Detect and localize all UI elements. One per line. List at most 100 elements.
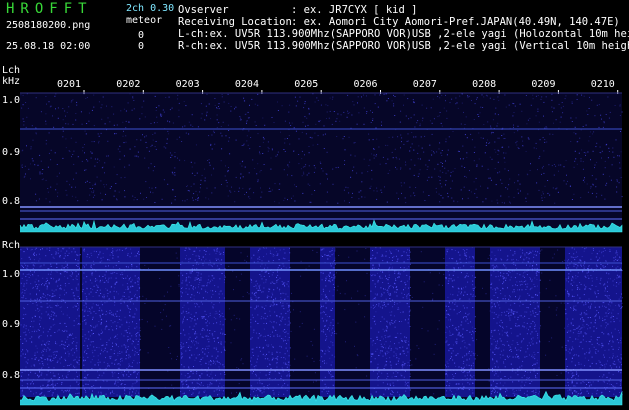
rch-noise-dot bbox=[33, 383, 34, 385]
rch-noise-dot bbox=[41, 248, 43, 250]
rch-noise-dot bbox=[514, 393, 516, 395]
rch-noise-dot bbox=[76, 342, 78, 344]
rch-noise-dot bbox=[497, 297, 499, 299]
rch-noise-dot bbox=[255, 281, 257, 282]
rch-noise-dot bbox=[472, 284, 474, 286]
rch-noise-dot bbox=[192, 254, 194, 255]
lch-noise-dot bbox=[377, 106, 379, 108]
lch-noise-dot bbox=[141, 113, 143, 115]
lch-noise-dot bbox=[353, 104, 355, 106]
rch-noise-dot bbox=[386, 373, 388, 375]
lch-noise-dot bbox=[248, 188, 250, 190]
rch-noise-dot bbox=[372, 318, 374, 319]
lch-noise-dot bbox=[146, 197, 147, 198]
rch-noise-dot bbox=[67, 255, 69, 256]
rch-noise-dot bbox=[577, 256, 579, 258]
rch-noise-dot bbox=[512, 389, 514, 391]
rch-noise-dot bbox=[102, 296, 104, 298]
rch-noise-dot bbox=[260, 275, 262, 277]
rch-noise-dot bbox=[212, 307, 214, 309]
lch-noise-dot bbox=[257, 163, 259, 165]
rch-noise-dot bbox=[105, 320, 107, 322]
rch-noise-dot bbox=[499, 290, 501, 291]
rch-noise-dot bbox=[409, 315, 411, 317]
rch-noise-dot bbox=[69, 333, 71, 335]
rch-noise-dot bbox=[572, 324, 574, 326]
rch-noise-dot bbox=[500, 275, 502, 277]
lch-noise-dot bbox=[592, 150, 594, 152]
rch-noise-dot bbox=[530, 338, 532, 340]
rch-noise-dot bbox=[210, 373, 212, 375]
rch-noise-dot bbox=[45, 349, 47, 351]
lch-noise-dot bbox=[25, 102, 27, 103]
rch-noise-dot bbox=[469, 256, 471, 258]
lch-noise-dot bbox=[223, 101, 225, 103]
rch-noise-dot bbox=[506, 341, 508, 343]
lch-noise-dot bbox=[501, 182, 503, 184]
rch-noise-dot bbox=[102, 314, 104, 315]
rch-noise-dot bbox=[409, 257, 411, 259]
rch-noise-dot bbox=[509, 272, 511, 274]
rch-noise-dot bbox=[27, 386, 28, 388]
rch-noise-dot bbox=[536, 342, 538, 344]
lch-noise-dot bbox=[154, 95, 156, 97]
rch-noise-dot bbox=[262, 291, 264, 293]
rch-noise-dot bbox=[134, 346, 136, 348]
rch-noise-dot bbox=[136, 373, 138, 375]
rch-noise-dot bbox=[474, 331, 476, 332]
rch-noise-dot bbox=[209, 259, 211, 261]
rch-noise-dot bbox=[33, 320, 35, 322]
rch-noise-dot bbox=[372, 267, 373, 269]
rch-noise-dot bbox=[516, 335, 518, 337]
lch-noise-dot bbox=[486, 142, 487, 144]
rch-noise-dot bbox=[117, 381, 119, 383]
rch-noise-dot bbox=[38, 329, 40, 331]
lch-noise-dot bbox=[125, 110, 127, 112]
rch-noise-dot bbox=[370, 306, 372, 308]
lch-noise-dot bbox=[205, 197, 207, 199]
rch-noise-dot bbox=[328, 274, 330, 276]
lch-noise-dot bbox=[486, 139, 488, 141]
rch-noise-dot bbox=[536, 271, 538, 273]
lch-noise-dot bbox=[124, 176, 126, 178]
lch-noise-dot bbox=[433, 152, 435, 154]
rch-noise-dot bbox=[257, 258, 259, 260]
rch-noise-dot bbox=[591, 280, 593, 282]
rch-noise-dot bbox=[190, 296, 192, 298]
rch-noise-dot bbox=[504, 277, 505, 279]
rch-noise-dot bbox=[201, 259, 202, 261]
rch-noise-dot bbox=[328, 371, 329, 373]
lch-noise-dot bbox=[55, 93, 57, 95]
rch-noise-dot bbox=[211, 377, 213, 379]
lch-noise-dot bbox=[467, 95, 468, 97]
rch-noise-dot bbox=[253, 366, 255, 368]
rch-noise-dot bbox=[408, 344, 410, 346]
rch-noise-dot bbox=[253, 254, 255, 256]
rch-noise-dot bbox=[403, 267, 405, 269]
lch-noise-dot bbox=[582, 179, 584, 181]
rch-noise-dot bbox=[521, 365, 523, 367]
rch-noise-dot bbox=[466, 364, 468, 366]
lch-noise-dot bbox=[174, 167, 176, 169]
rch-noise-dot bbox=[407, 280, 409, 282]
rch-noise-dot bbox=[84, 350, 86, 352]
rch-noise-dot bbox=[569, 389, 571, 391]
rch-noise-dot bbox=[129, 308, 131, 310]
lch-noise-dot bbox=[120, 177, 122, 179]
rch-noise-dot bbox=[107, 365, 108, 367]
lch-noise-dot bbox=[81, 160, 83, 162]
rch-noise-dot bbox=[21, 351, 22, 353]
rch-noise-dot bbox=[260, 334, 262, 336]
rch-noise-dot bbox=[125, 350, 127, 352]
lch-noise-dot bbox=[522, 145, 524, 147]
rch-noise-dot bbox=[332, 283, 334, 285]
rch-noise-dot bbox=[273, 289, 275, 291]
rch-noise-dot bbox=[287, 374, 289, 376]
lch-noise-dot bbox=[48, 132, 50, 134]
rch-noise-dot bbox=[90, 267, 92, 268]
rch-noise-dot bbox=[56, 252, 58, 254]
lch-noise-dot bbox=[517, 188, 519, 190]
rch-noise-dot bbox=[108, 365, 110, 367]
rch-noise-dot bbox=[60, 356, 62, 358]
rch-noise-dot bbox=[82, 320, 84, 322]
